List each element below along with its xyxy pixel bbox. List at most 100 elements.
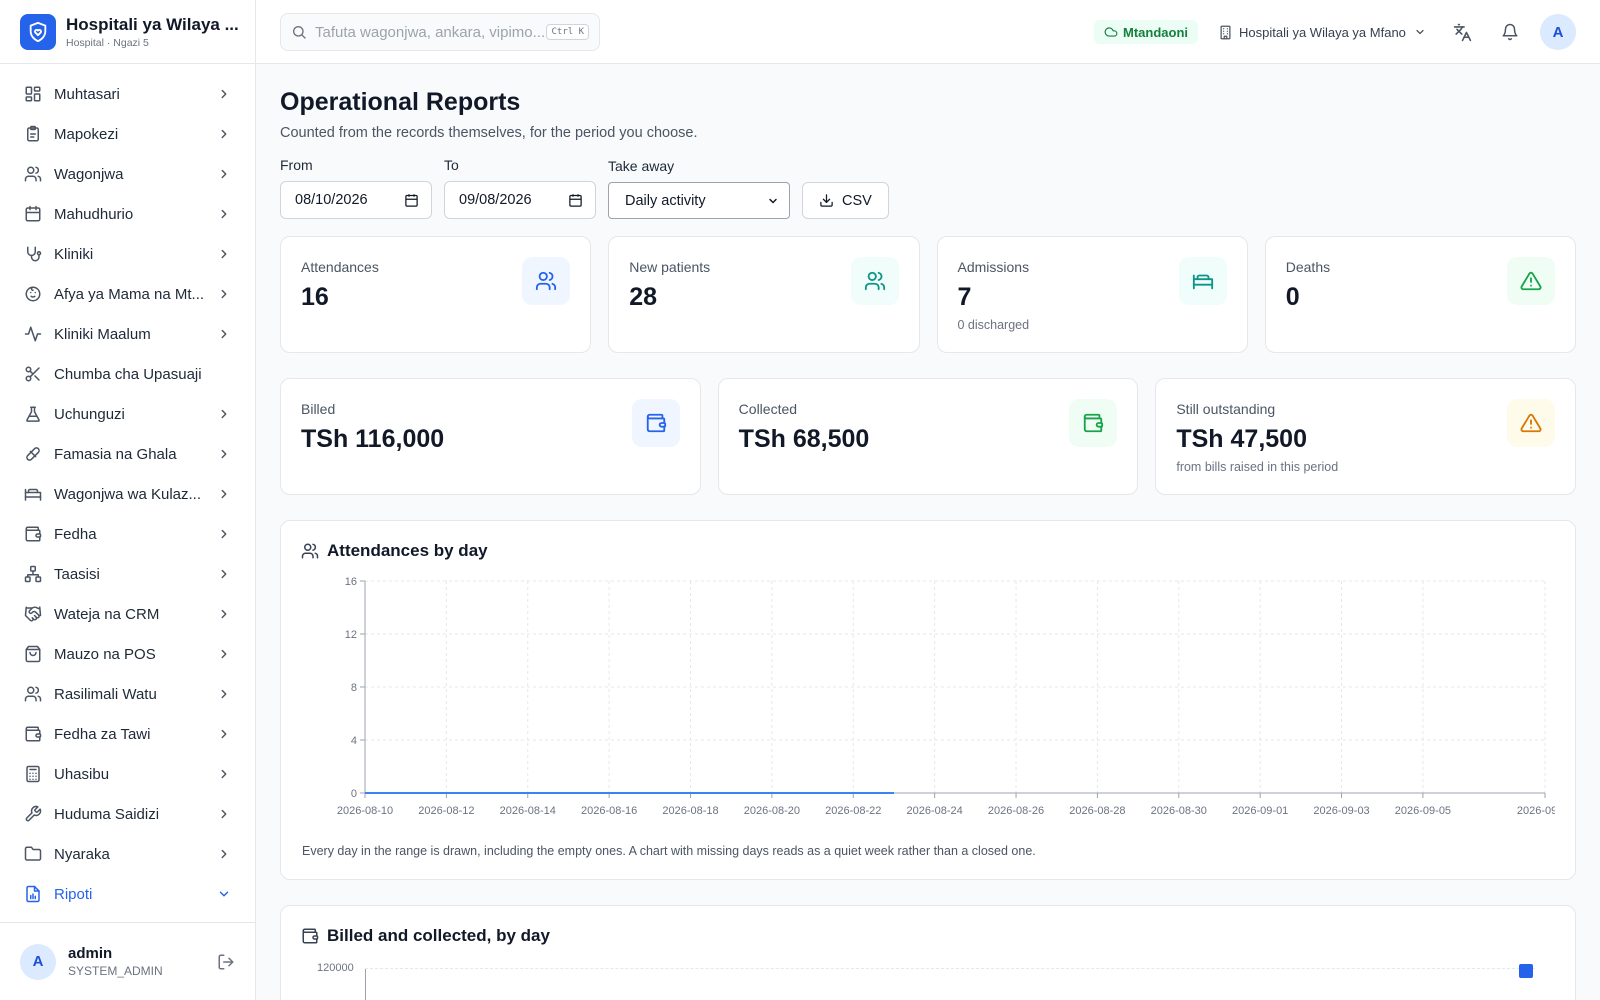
stats-row-finance: Billed TSh 116,000 Collected TSh 68,500 Stil… [280, 378, 1577, 495]
pill-icon [24, 445, 42, 463]
notifications-button[interactable] [1494, 16, 1526, 48]
chevron-right-icon [217, 607, 231, 621]
sidebar-item-mauzo-na-pos[interactable]: Mauzo na POS [0, 634, 255, 674]
alert-triangle-icon [1507, 257, 1555, 305]
attendance-chart-card: Attendances by day 0 4 8 12 16 2026-08-10 2026… [280, 520, 1576, 880]
sidebar-item-mahudhurio[interactable]: Mahudhurio [0, 194, 255, 234]
sidebar-item-uchunguzi[interactable]: Uchunguzi [0, 394, 255, 434]
sidebar-item-label: Wagonjwa wa Kulaz... [54, 485, 202, 503]
brand[interactable]: Hospitali ya Wilaya ... Hospital · Ngazi… [0, 0, 255, 64]
chevron-right-icon [217, 247, 231, 261]
wallet-icon [24, 525, 42, 543]
filters: From 08/10/2026 To 09/08/2026 Take away … [280, 157, 1576, 219]
avatar[interactable]: A [20, 943, 56, 980]
wallet-icon [302, 928, 319, 944]
chevron-right-icon [217, 487, 231, 501]
y-tick-label: 8 [351, 682, 357, 694]
global-search[interactable]: Ctrl K [280, 13, 600, 51]
attendance-line-chart: 0 4 8 12 16 2026-08-10 2026-08-12 2026-08-14 202… [337, 576, 1555, 817]
sidebar-item-kliniki[interactable]: Kliniki [0, 234, 255, 274]
activity-icon [24, 325, 42, 343]
search-input[interactable] [315, 23, 547, 41]
to-date-input[interactable]: 09/08/2026 [444, 181, 596, 219]
language-button[interactable] [1446, 16, 1478, 48]
x-tick-label: 2026-08-10 [337, 805, 393, 817]
sidebar-item-wateja-na-crm[interactable]: Wateja na CRM [0, 594, 255, 634]
shortcut-hint: Ctrl K [546, 24, 589, 40]
chevron-right-icon [217, 87, 231, 101]
sidebar-item-afya-ya-mama-na-mt[interactable]: Afya ya Mama na Mt... [0, 274, 255, 314]
csv-download-button[interactable]: CSV [802, 182, 889, 219]
chevron-right-icon [217, 447, 231, 461]
x-tick-label: 2026-08-30 [1151, 805, 1207, 817]
clipboard-icon [24, 125, 42, 143]
x-tick-label: 2026-09-08 [1517, 805, 1555, 817]
sidebar-item-label: Ripoti [54, 885, 93, 903]
chevron-right-icon [217, 527, 231, 541]
sidebar-item-kliniki-maalum[interactable]: Kliniki Maalum [0, 314, 255, 354]
page-title: Operational Reports [280, 88, 521, 116]
sidebar-item-mapokezi[interactable]: Mapokezi [0, 114, 255, 154]
sidebar-item-wagonjwa[interactable]: Wagonjwa [0, 154, 255, 194]
calculator-icon [24, 765, 42, 783]
sidebar-item-rasilimali-watu[interactable]: Rasilimali Watu [0, 674, 255, 714]
sidebar-item-label: Wagonjwa [54, 165, 124, 183]
sidebar-item-label: Mahudhurio [54, 205, 134, 223]
sidebar-item-fedha[interactable]: Fedha [0, 514, 255, 554]
y-tick-label: 16 [345, 576, 357, 588]
sidebar-item-label: Uchunguzi [54, 405, 125, 423]
sidebar-item-fedha-za-tawi[interactable]: Fedha za Tawi [0, 714, 255, 754]
sidebar-item-label: Chumba cha Upasuaji [54, 365, 202, 383]
logout-icon[interactable] [217, 953, 235, 971]
stat-card-billed: Billed TSh 116,000 [280, 378, 701, 495]
sidebar-item-label: Rasilimali Watu [54, 685, 157, 703]
sidebar-item-uhasibu[interactable]: Uhasibu [0, 754, 255, 794]
chevron-right-icon [217, 807, 231, 821]
sidebar-item-nyaraka[interactable]: Nyaraka [0, 834, 255, 874]
sidebar-item-taasisi[interactable]: Taasisi [0, 554, 255, 594]
sidebar-item-huduma-saidizi[interactable]: Huduma Saidizi [0, 794, 255, 834]
billing-y-tick: 120000 [317, 962, 354, 974]
users-icon [301, 543, 319, 559]
folder-icon [24, 845, 42, 863]
sidebar-item-label: Afya ya Mama na Mt... [54, 285, 205, 303]
calendar-icon[interactable] [568, 193, 583, 208]
topbar: Ctrl K Mtandaoni Hospitali ya Wilaya ya … [256, 0, 1600, 64]
main-content: Operational Reports Counted from the rec… [280, 64, 1577, 1000]
stat-card-collected: Collected TSh 68,500 [717, 378, 1139, 495]
from-date-input[interactable]: 08/10/2026 [280, 181, 432, 219]
heart-shield-logo-icon [20, 13, 56, 50]
brand-subtitle: Hospital · Ngazi 5 [66, 36, 149, 49]
status-badge: Mtandaoni [1094, 20, 1198, 44]
chevron-right-icon [217, 767, 231, 781]
search-icon [291, 24, 307, 40]
chevron-down-icon [1416, 29, 1424, 35]
billing-chart-card: Billed and collected, by day 120000 [280, 905, 1576, 1000]
facility-switcher[interactable]: Hospitali ya Wilaya ya Mfano [1218, 20, 1426, 44]
facility-name: Hospitali ya Wilaya ya Mfano [1239, 24, 1406, 40]
users-icon [850, 257, 899, 305]
takeaway-select[interactable]: Daily activity [608, 182, 790, 219]
x-tick-label: 2026-08-20 [744, 805, 800, 817]
user-avatar[interactable]: A [1540, 14, 1576, 50]
x-tick-label: 2026-09-03 [1313, 805, 1369, 817]
users-icon [522, 257, 571, 305]
sidebar-item-label: Muhtasari [54, 85, 120, 103]
baby-icon [24, 285, 42, 303]
sidebar-item-famasia-na-ghala[interactable]: Famasia na Ghala [0, 434, 255, 474]
sidebar-user: A admin SYSTEM_ADMIN [0, 922, 255, 1000]
calendar-icon[interactable] [404, 193, 419, 208]
to-label: To [444, 157, 459, 173]
sidebar-item-muhtasari[interactable]: Muhtasari [0, 74, 255, 114]
sidebar-item-chumba-cha-upasuaji[interactable]: Chumba cha Upasuaji [0, 354, 255, 394]
sidebar-item-label: Kliniki [54, 245, 94, 263]
sidebar-item-label: Kliniki Maalum [54, 325, 151, 343]
sidebar-item-wagonjwa-wa-kulaz[interactable]: Wagonjwa wa Kulaz... [0, 474, 255, 514]
brand-title: Hospitali ya Wilaya ... [66, 14, 238, 34]
stat-card-still-outstanding: Still outstanding TSh 47,500 from bills ra… [1155, 378, 1577, 495]
sidebar-item-ripoti[interactable]: Ripoti [0, 874, 255, 914]
y-tick-label: 0 [351, 788, 357, 800]
building-icon [1220, 25, 1231, 39]
shopping-bag-icon [24, 645, 42, 663]
wallet-icon [24, 725, 42, 743]
